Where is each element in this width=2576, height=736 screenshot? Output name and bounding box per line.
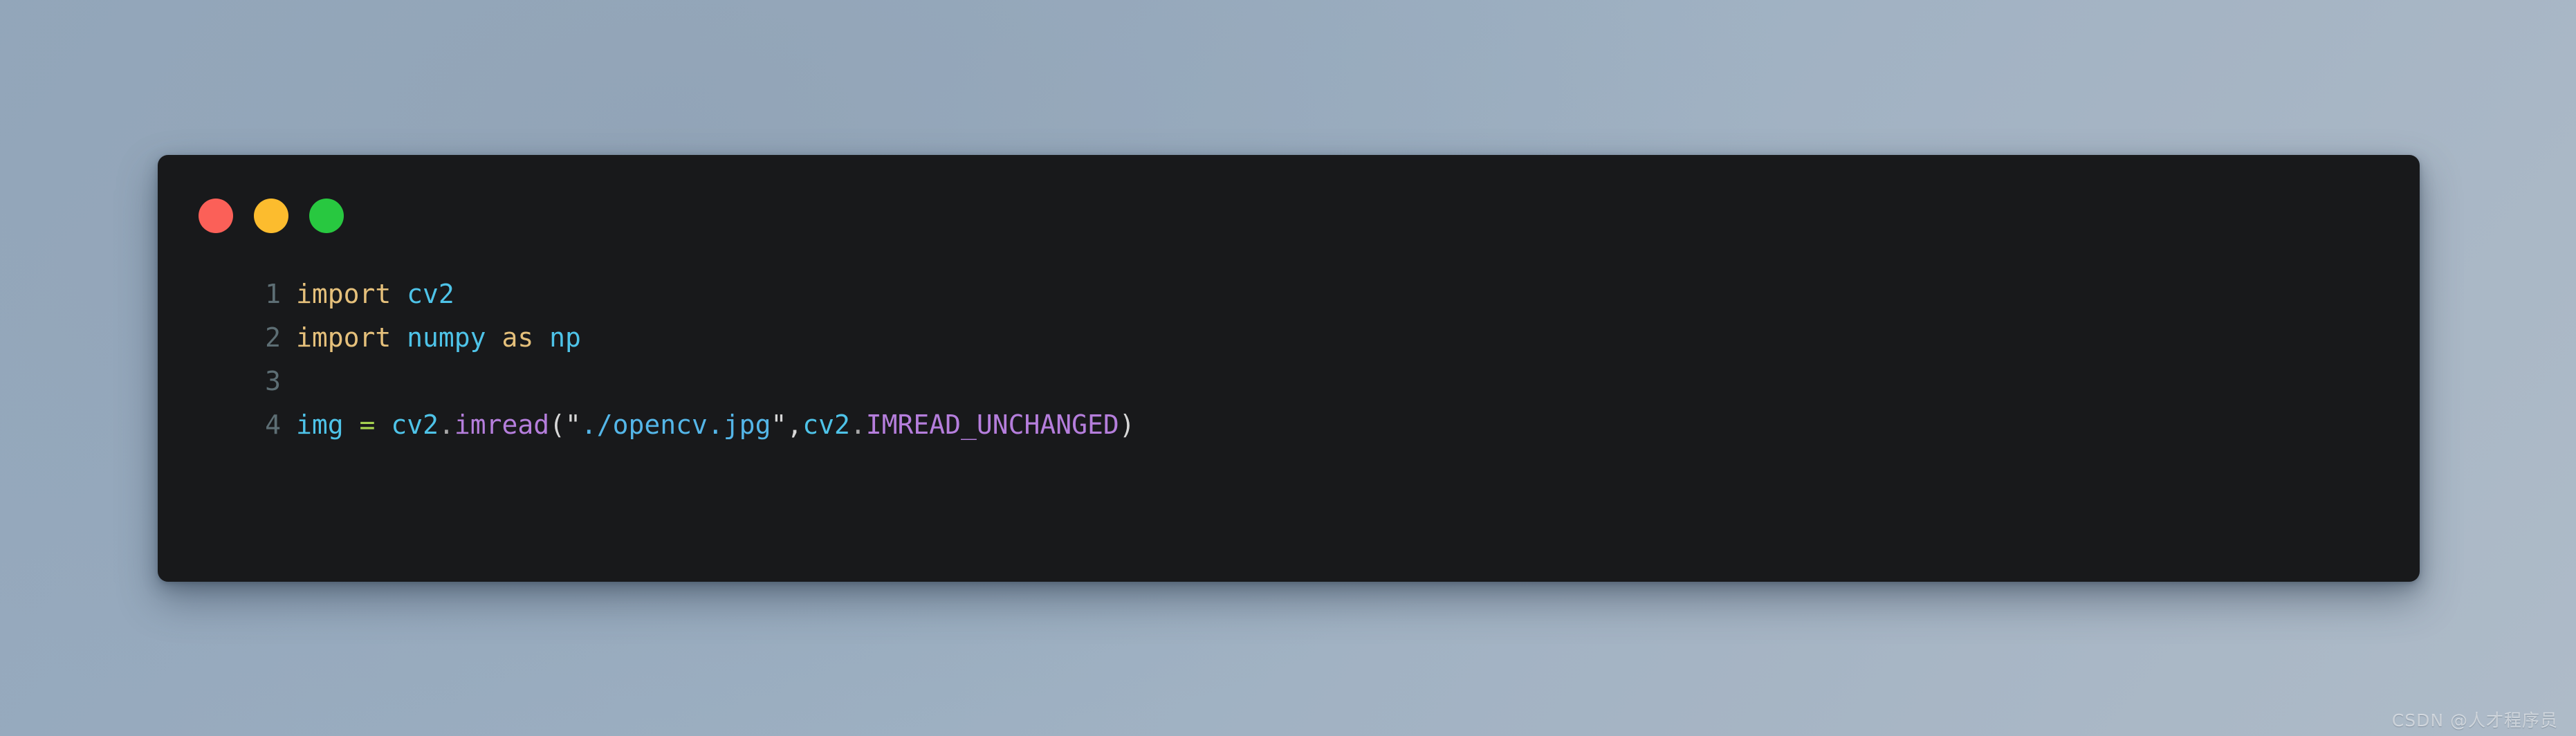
code-token-module: numpy bbox=[407, 322, 486, 353]
code-token-module: cv2 bbox=[407, 279, 454, 309]
line-number: 3 bbox=[265, 366, 281, 396]
code-snippet-card: 1 import cv2 2 import numpy as np 3 4 img = cv… bbox=[158, 155, 2420, 582]
line-number: 1 bbox=[265, 279, 281, 309]
code-token-module: cv2 bbox=[802, 410, 850, 440]
code-token-keyword: import bbox=[296, 322, 392, 353]
code-token-punct: , bbox=[786, 410, 803, 440]
code-token-dot: . bbox=[849, 410, 866, 440]
code-token-punct: ) bbox=[1119, 410, 1135, 440]
code-token-func: imread bbox=[454, 410, 550, 440]
maximize-icon[interactable] bbox=[309, 199, 344, 233]
code-token-module: np bbox=[549, 322, 581, 353]
watermark-label: CSDN @人才程序员 bbox=[2391, 710, 2558, 730]
screenshot-canvas: 1 import cv2 2 import numpy as np 3 4 img = cv… bbox=[0, 0, 2576, 736]
code-token-punct bbox=[533, 322, 549, 353]
code-token-keyword: as bbox=[502, 322, 534, 353]
code-line[interactable]: 3 bbox=[158, 360, 2420, 403]
code-line[interactable]: 1 import cv2 bbox=[158, 273, 2420, 316]
code-token-punct bbox=[391, 279, 407, 309]
code-token-punct bbox=[375, 410, 391, 440]
code-line[interactable]: 2 import numpy as np bbox=[158, 316, 2420, 360]
close-icon[interactable] bbox=[199, 199, 233, 233]
window-controls bbox=[199, 199, 344, 233]
code-token-operator: = bbox=[359, 410, 376, 440]
code-token-module: cv2 bbox=[391, 410, 439, 440]
code-token-punct: ( bbox=[549, 410, 566, 440]
code-token-dot: . bbox=[438, 410, 454, 440]
code-token-punct bbox=[344, 410, 360, 440]
code-token-quote: " bbox=[771, 410, 787, 440]
code-line[interactable]: 4 img = cv2.imread("./opencv.jpg",cv2.IMR… bbox=[158, 403, 2420, 447]
minimize-icon[interactable] bbox=[254, 199, 288, 233]
line-number: 2 bbox=[265, 322, 281, 353]
code-token-punct bbox=[486, 322, 502, 353]
code-editor[interactable]: 1 import cv2 2 import numpy as np 3 4 img = cv… bbox=[158, 273, 2420, 447]
code-token-punct bbox=[391, 322, 407, 353]
code-token-const: IMREAD_UNCHANGED bbox=[865, 410, 1119, 440]
code-token-keyword: import bbox=[296, 279, 392, 309]
code-token-string: ./opencv.jpg bbox=[580, 410, 771, 440]
line-number: 4 bbox=[265, 410, 281, 440]
code-token-quote: " bbox=[565, 410, 581, 440]
code-token-var: img bbox=[296, 410, 344, 440]
